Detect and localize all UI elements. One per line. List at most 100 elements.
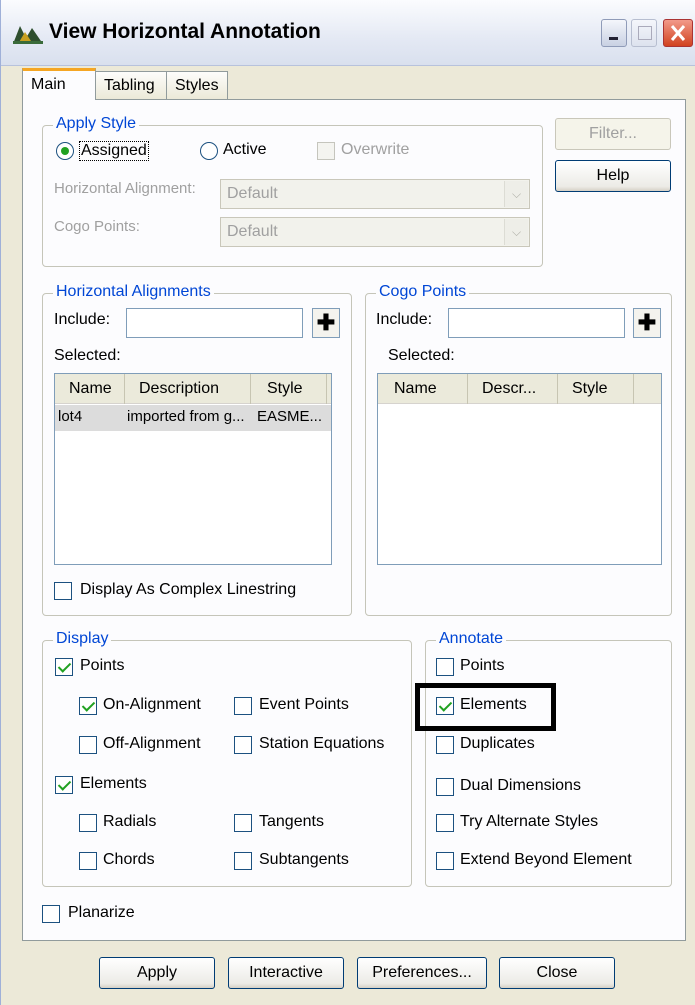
- assigned-label[interactable]: Assigned: [79, 141, 149, 161]
- active-radio[interactable]: [200, 142, 218, 160]
- dialog-window: View Horizontal Annotation Apply Style A…: [0, 0, 695, 1005]
- crosshair-icon: ✚: [637, 310, 657, 335]
- cogo-points-label: Cogo Points:: [54, 218, 140, 235]
- station-equations-label[interactable]: Station Equations: [259, 735, 384, 753]
- display-group: Display Points On-Alignment Event Points…: [42, 630, 412, 887]
- apply-style-group: Apply Style Assigned Active Overwrite Ho…: [42, 115, 543, 267]
- cp-col-style[interactable]: Style: [558, 374, 634, 404]
- ha-col-description[interactable]: Description: [125, 374, 251, 404]
- extend-beyond-element-checkbox[interactable]: [436, 852, 454, 870]
- close-window-button[interactable]: [663, 19, 693, 47]
- try-alternate-styles-checkbox[interactable]: [436, 814, 454, 832]
- display-legend: Display: [53, 630, 112, 648]
- subtangents-label[interactable]: Subtangents: [259, 851, 349, 869]
- close-button[interactable]: Close: [499, 957, 615, 989]
- on-alignment-label[interactable]: On-Alignment: [103, 696, 201, 714]
- horizontal-alignment-style-select: Default ⌵: [220, 179, 530, 209]
- display-complex-linestring-label[interactable]: Display As Complex Linestring: [80, 581, 296, 599]
- cogo-points-legend: Cogo Points: [376, 283, 470, 301]
- duplicates-label[interactable]: Duplicates: [460, 735, 535, 753]
- preferences-button[interactable]: Preferences...: [357, 957, 487, 989]
- chevron-down-icon: ⌵: [504, 181, 528, 207]
- cp-col-name[interactable]: Name: [378, 374, 468, 404]
- horizontal-alignments-legend: Horizontal Alignments: [53, 283, 214, 301]
- app-icon: [13, 26, 43, 44]
- ha-selected-label: Selected:: [54, 347, 121, 364]
- ha-col-style[interactable]: Style: [251, 374, 327, 404]
- cp-pick-button[interactable]: ✚: [633, 308, 661, 338]
- station-equations-checkbox[interactable]: [234, 736, 252, 754]
- radials-label[interactable]: Radials: [103, 813, 156, 831]
- ha-selected-list[interactable]: Name Description Style lot4 imported fro…: [54, 373, 332, 565]
- annotate-points-checkbox[interactable]: [436, 658, 454, 676]
- ha-include-input[interactable]: [126, 308, 303, 338]
- chords-checkbox[interactable]: [79, 852, 97, 870]
- display-points-checkbox[interactable]: [55, 658, 73, 676]
- table-row[interactable]: lot4 imported from g... EASME...: [55, 405, 331, 431]
- overwrite-label: Overwrite: [341, 141, 410, 158]
- horizontal-alignment-style-value: Default: [227, 185, 278, 202]
- cogo-points-style-select: Default ⌵: [220, 217, 530, 247]
- radials-checkbox[interactable]: [79, 814, 97, 832]
- annotate-points-label[interactable]: Points: [460, 657, 504, 675]
- cogo-points-group: Cogo Points Include: ✚ Selected: Name De…: [365, 283, 672, 616]
- on-alignment-checkbox[interactable]: [79, 697, 97, 715]
- horizontal-alignments-group: Horizontal Alignments Include: ✚ Selecte…: [42, 283, 352, 616]
- apply-button[interactable]: Apply: [99, 957, 215, 989]
- dual-dimensions-checkbox[interactable]: [436, 778, 454, 796]
- display-elements-checkbox[interactable]: [55, 776, 73, 794]
- crosshair-icon: ✚: [316, 310, 336, 335]
- cp-include-input[interactable]: [448, 308, 625, 338]
- horizontal-alignment-label: Horizontal Alignment:: [54, 180, 196, 197]
- planarize-label[interactable]: Planarize: [68, 904, 135, 922]
- display-elements-label[interactable]: Elements: [80, 775, 147, 793]
- chords-label[interactable]: Chords: [103, 851, 155, 869]
- annotate-group: Annotate Points Elements Duplicates Dual…: [425, 630, 672, 887]
- cp-col-description[interactable]: Descr...: [468, 374, 558, 404]
- try-alternate-styles-label[interactable]: Try Alternate Styles: [460, 813, 598, 831]
- close-icon: [670, 25, 686, 41]
- ha-row-name: lot4: [58, 408, 83, 425]
- minimize-button[interactable]: [601, 19, 627, 47]
- cp-include-label: Include:: [376, 311, 433, 328]
- filter-button: Filter...: [555, 118, 671, 150]
- tab-main[interactable]: Main: [22, 68, 96, 100]
- help-button[interactable]: Help: [555, 160, 671, 192]
- overwrite-checkbox: [317, 142, 335, 160]
- ha-row-description: imported from g...: [127, 408, 245, 425]
- ha-pick-button[interactable]: ✚: [312, 308, 340, 338]
- ha-list-header: Name Description Style: [55, 374, 331, 404]
- main-tab-panel: Apply Style Assigned Active Overwrite Ho…: [22, 99, 686, 941]
- off-alignment-checkbox[interactable]: [79, 736, 97, 754]
- interactive-button[interactable]: Interactive: [228, 957, 344, 989]
- assigned-radio[interactable]: [56, 142, 74, 160]
- extend-beyond-element-label[interactable]: Extend Beyond Element: [460, 851, 632, 869]
- dual-dimensions-label[interactable]: Dual Dimensions: [460, 777, 581, 795]
- off-alignment-label[interactable]: Off-Alignment: [103, 735, 201, 753]
- subtangents-checkbox[interactable]: [234, 852, 252, 870]
- apply-style-legend: Apply Style: [53, 115, 140, 133]
- cogo-points-style-value: Default: [227, 223, 278, 240]
- tab-styles[interactable]: Styles: [166, 71, 228, 99]
- duplicates-checkbox[interactable]: [436, 736, 454, 754]
- display-complex-linestring-checkbox[interactable]: [54, 582, 72, 600]
- maximize-button: [631, 19, 657, 47]
- cp-list-header: Name Descr... Style: [378, 374, 661, 404]
- chevron-down-icon: ⌵: [504, 219, 528, 245]
- ha-row-style: EASME...: [257, 408, 323, 425]
- event-points-label[interactable]: Event Points: [259, 696, 349, 714]
- cp-selected-label: Selected:: [388, 347, 455, 364]
- tangents-checkbox[interactable]: [234, 814, 252, 832]
- cp-selected-list[interactable]: Name Descr... Style: [377, 373, 662, 565]
- tab-tabling[interactable]: Tabling: [95, 71, 167, 99]
- title-bar[interactable]: View Horizontal Annotation: [1, 0, 695, 66]
- tangents-label[interactable]: Tangents: [259, 813, 324, 831]
- planarize-checkbox[interactable]: [42, 905, 60, 923]
- ha-include-label: Include:: [54, 311, 111, 328]
- annotate-legend: Annotate: [436, 630, 507, 648]
- display-points-label[interactable]: Points: [80, 657, 124, 675]
- event-points-checkbox[interactable]: [234, 697, 252, 715]
- active-label[interactable]: Active: [223, 141, 267, 159]
- window-title: View Horizontal Annotation: [49, 20, 321, 43]
- ha-col-name[interactable]: Name: [55, 374, 125, 404]
